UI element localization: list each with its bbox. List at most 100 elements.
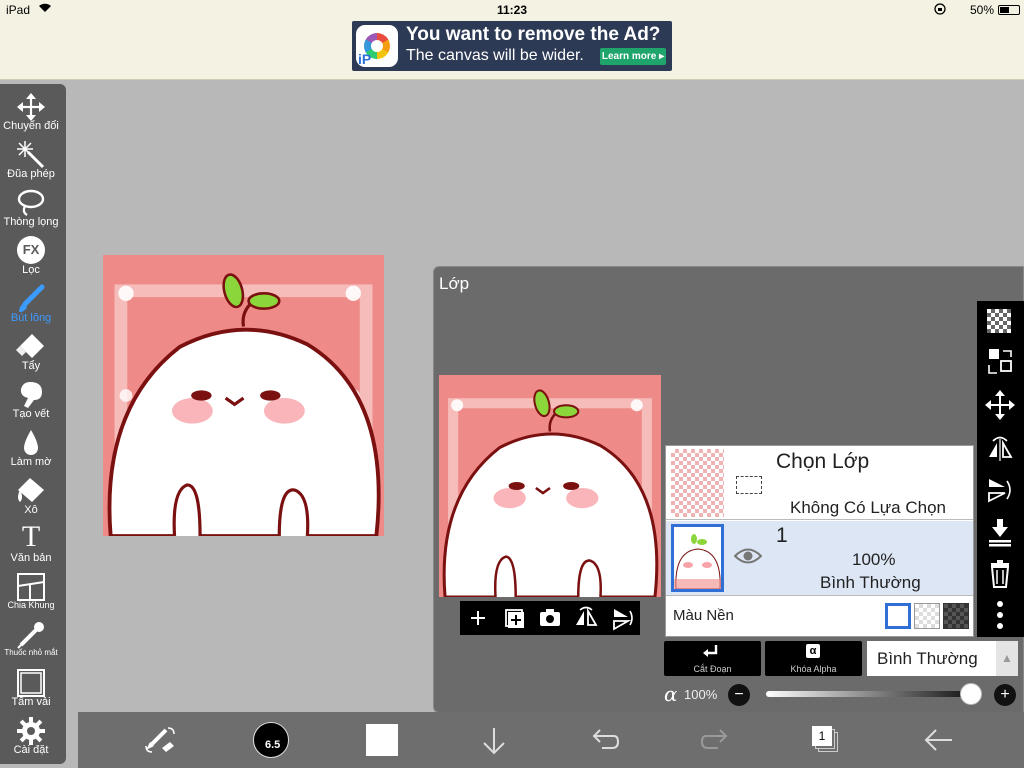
tool-eyedropper[interactable]: Thuốc nhỏ mắt <box>0 618 62 664</box>
ibispaint-logo-icon: iP <box>356 25 398 67</box>
opacity-slider[interactable] <box>766 691 974 697</box>
merge-down-icon <box>989 519 1011 547</box>
transparency-checker-button[interactable] <box>977 301 1024 341</box>
plus-icon <box>471 611 485 625</box>
tool-smudge[interactable]: Tạo vết <box>0 378 62 424</box>
flip-layer-vertical-button[interactable] <box>977 469 1024 509</box>
tool-text[interactable]: T Văn bản <box>0 520 62 568</box>
merge-down-button[interactable] <box>977 511 1024 551</box>
camera-icon <box>540 609 560 626</box>
clipping-label: Cắt Đoạn <box>693 664 732 674</box>
layer-1-name: 1 <box>776 524 788 547</box>
tool-filter[interactable]: FX Lọc <box>0 234 62 280</box>
layers-count-icon: 1 <box>812 726 832 746</box>
tool-frame-divider[interactable]: Chia Khung <box>0 570 62 616</box>
layers-button[interactable]: 1 <box>796 712 856 768</box>
move-layer-button[interactable] <box>977 385 1024 425</box>
selection-marquee-icon <box>736 476 762 494</box>
layer-row-1[interactable]: 1 100% Bình Thường <box>666 521 973 596</box>
magic-wand-icon <box>0 138 62 169</box>
ad-area: iP You want to remove the Ad? The canvas… <box>0 20 1024 80</box>
opacity-value: 100% <box>684 687 718 702</box>
camera-import-button[interactable] <box>532 601 568 635</box>
visibility-eye-icon[interactable] <box>733 547 763 570</box>
learn-more-button[interactable]: Learn more ▸ <box>600 48 666 65</box>
alpha-lock-button[interactable]: α Khóa Alpha <box>765 641 862 676</box>
layer-preview <box>439 375 661 597</box>
blend-row: Cắt Đoạn α Khóa Alpha Bình Thường ▲ <box>664 641 1024 677</box>
lasso-icon <box>0 186 62 216</box>
opacity-slider-knob[interactable] <box>960 683 982 705</box>
alpha-symbol: α <box>664 682 678 706</box>
tool-eraser[interactable]: Tẩy <box>0 330 62 376</box>
bottom-toolbar: 6.5 1 <box>78 712 1024 768</box>
drawing-canvas[interactable] <box>103 255 384 536</box>
ad-title: You want to remove the Ad? <box>406 24 661 45</box>
tool-brush[interactable]: Bút lông <box>0 282 62 328</box>
flip-vertical-button[interactable] <box>604 601 640 635</box>
smudge-icon <box>0 378 62 408</box>
flip-layer-horizontal-button[interactable] <box>977 427 1024 467</box>
tool-blur[interactable]: Làm mờ <box>0 426 62 472</box>
battery-percent: 50% <box>969 3 994 17</box>
back-button[interactable] <box>908 712 968 768</box>
eyedropper-icon <box>0 618 62 649</box>
flip-horizontal-icon <box>989 436 1013 461</box>
layer-swap-button[interactable] <box>977 343 1024 383</box>
blend-mode-select[interactable]: Bình Thường <box>867 641 996 676</box>
apply-down-button[interactable] <box>464 712 524 768</box>
bucket-icon <box>0 474 62 504</box>
preview-toolbar <box>460 601 640 635</box>
trash-icon <box>990 560 1010 588</box>
settings-gear-icon <box>0 714 62 745</box>
arrow-down-icon <box>483 728 505 755</box>
selection-layer-title: Chọn Lớp <box>776 450 870 473</box>
flip-horizontal-button[interactable] <box>568 601 604 635</box>
alpha-lock-label: Khóa Alpha <box>790 664 837 674</box>
tool-lasso[interactable]: Thòng lọng <box>0 186 62 232</box>
selection-layer-status: Không Có Lựa Chọn <box>790 498 946 517</box>
background-row: Màu Nền <box>666 597 973 637</box>
tool-magic-wand[interactable]: Đũa phép <box>0 138 62 184</box>
background-white-swatch[interactable] <box>885 603 911 629</box>
selection-layer-row[interactable]: Chọn Lớp Không Có Lựa Chọn <box>666 446 973 520</box>
color-button[interactable] <box>352 712 412 768</box>
layer-1-thumbnail <box>671 524 724 592</box>
delete-layer-button[interactable] <box>977 553 1024 593</box>
redo-icon <box>700 729 728 749</box>
blend-mode-dropdown-icon[interactable]: ▲ <box>996 641 1018 676</box>
canvas-icon <box>0 666 62 697</box>
duplicate-layer-button[interactable] <box>496 601 532 635</box>
swap-layers-icon <box>988 349 1012 374</box>
undo-button[interactable] <box>574 712 634 768</box>
add-layer-button[interactable] <box>460 601 496 635</box>
more-options-button[interactable] <box>977 595 1024 635</box>
arrow-left-icon <box>924 729 952 751</box>
ad-banner[interactable]: iP You want to remove the Ad? The canvas… <box>352 21 672 71</box>
brush-size-button[interactable]: 6.5 <box>242 712 302 768</box>
tool-bucket[interactable]: Xô <box>0 474 62 520</box>
decrease-opacity-button[interactable]: − <box>728 684 750 706</box>
background-dark-swatch[interactable] <box>943 603 969 629</box>
status-bar: iPad 11:23 50% <box>0 0 1024 20</box>
blur-drop-icon <box>0 426 62 456</box>
filter-fx-icon: FX <box>0 234 62 264</box>
layer-panel: Lớp Chọn Lớp Không Có Lựa Chọn 1 100% Bì… <box>433 266 1024 713</box>
tool-settings[interactable]: Cài đặt <box>0 714 62 760</box>
increase-opacity-button[interactable]: + <box>994 684 1016 706</box>
copy-layer-icon <box>505 609 524 628</box>
checkerboard-icon <box>987 309 1011 333</box>
text-icon: T <box>21 520 41 553</box>
flip-horizontal-icon <box>576 606 598 626</box>
tool-switch-button[interactable] <box>130 712 190 768</box>
move-icon <box>0 90 62 121</box>
battery-icon <box>998 5 1020 15</box>
tool-canvas[interactable]: Tấm vải <box>0 666 62 712</box>
tool-transform[interactable]: Chuyển đổi <box>0 90 62 136</box>
background-transparent-swatch[interactable] <box>914 603 940 629</box>
move-icon <box>985 390 1015 420</box>
background-label: Màu Nền <box>673 607 734 624</box>
clipping-button[interactable]: Cắt Đoạn <box>664 641 761 676</box>
redo-button[interactable] <box>686 712 746 768</box>
undo-icon <box>592 729 620 749</box>
